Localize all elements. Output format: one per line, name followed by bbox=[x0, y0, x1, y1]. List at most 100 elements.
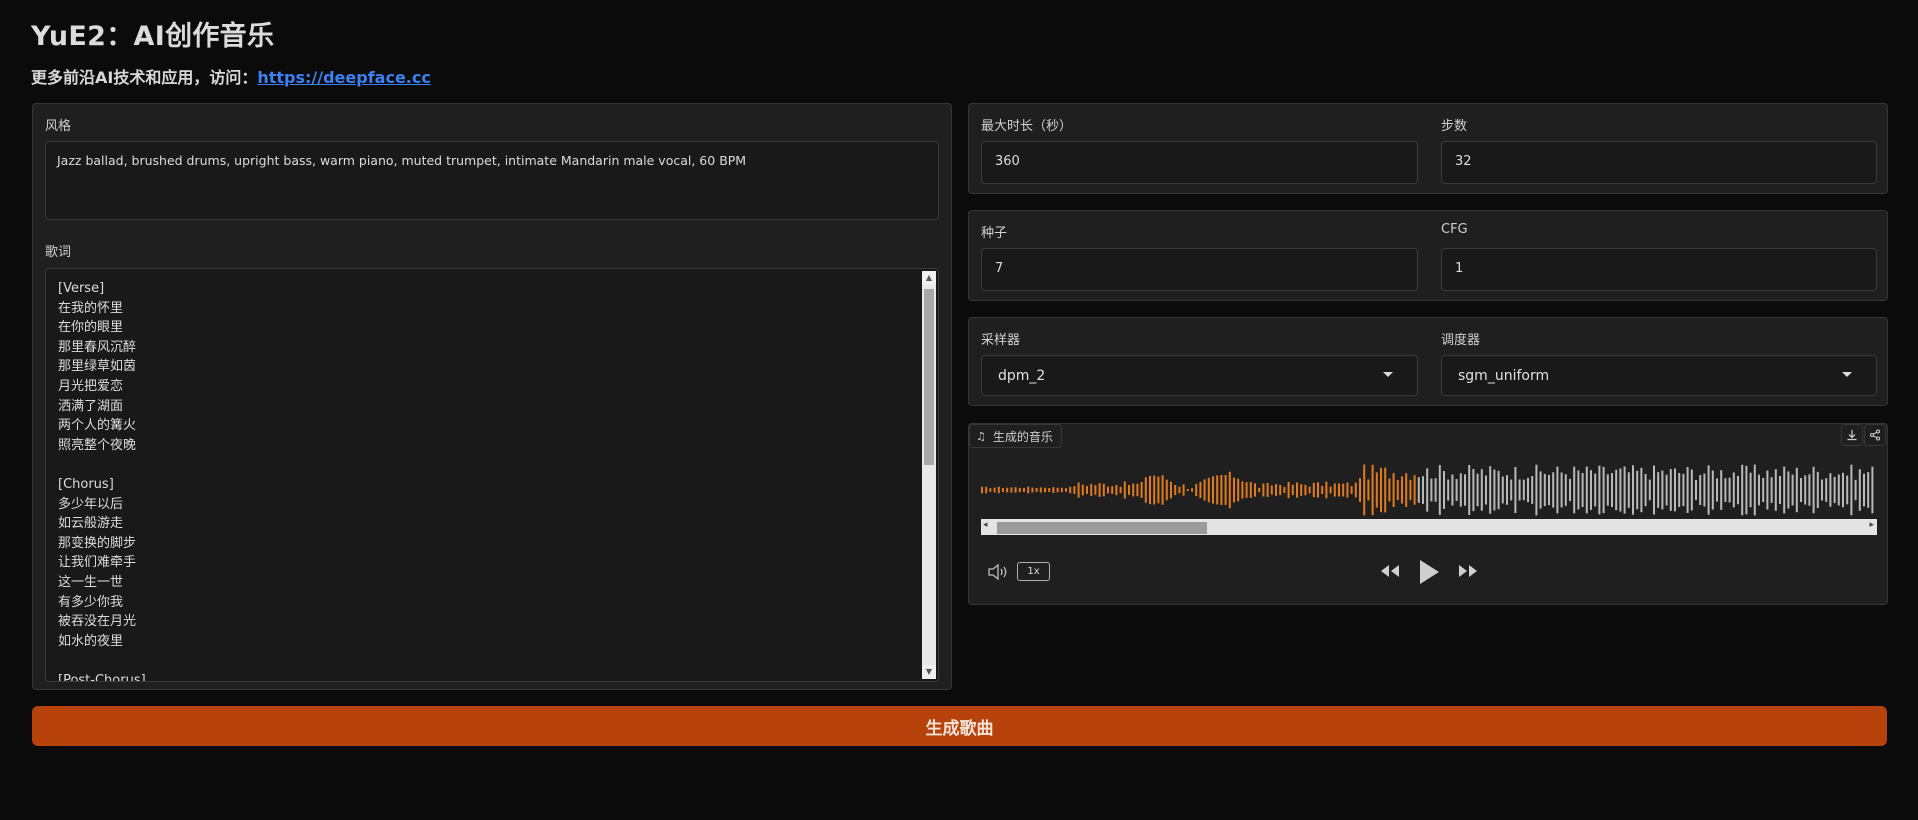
lyrics-scroll-thumb[interactable] bbox=[924, 289, 934, 465]
waveform-bar bbox=[1325, 481, 1328, 499]
waveform-bar bbox=[1212, 476, 1214, 504]
waveform-bar bbox=[1548, 474, 1550, 506]
waveform-bar bbox=[1468, 465, 1471, 515]
waveform-bar bbox=[1816, 471, 1819, 509]
waveform-bar bbox=[1367, 479, 1370, 501]
waveform-bar bbox=[1161, 475, 1164, 505]
audio-waveform[interactable] bbox=[981, 460, 1877, 520]
lyrics-line: 如云般游走 bbox=[58, 516, 124, 532]
deepface-link[interactable]: https://deepface.cc bbox=[257, 68, 431, 87]
waveform-scrollbar[interactable]: ◂ ▸ bbox=[981, 519, 1877, 535]
waveform-bar bbox=[1741, 464, 1744, 516]
duration-steps-panel: 最大时长（秒） 360 步数 32 bbox=[968, 103, 1888, 194]
playback-speed-button[interactable]: 1x bbox=[1017, 562, 1050, 581]
max-duration-input[interactable]: 360 bbox=[981, 141, 1418, 184]
waveform-bar bbox=[1611, 473, 1613, 507]
waveform-bar bbox=[1489, 466, 1492, 514]
waveform-bar bbox=[1661, 470, 1664, 510]
waveform-bar bbox=[1237, 478, 1240, 502]
waveform-bar bbox=[1312, 482, 1315, 498]
waveform-bar bbox=[1716, 478, 1718, 502]
waveform-bar bbox=[1300, 484, 1303, 496]
sampler-scheduler-panel: 采样器 dpm_2 调度器 sgm_uniform bbox=[968, 317, 1888, 406]
waveform-bar bbox=[1380, 467, 1382, 513]
waveform-bar bbox=[1249, 482, 1252, 498]
waveform-bar bbox=[1682, 473, 1685, 507]
waveform-bar bbox=[1808, 474, 1811, 506]
waveform-bar bbox=[1543, 473, 1546, 507]
rewind-icon[interactable] bbox=[1378, 563, 1402, 579]
waveform-bar bbox=[1027, 486, 1030, 494]
lyrics-line: 那变换的脚步 bbox=[58, 535, 137, 551]
waveform-bar bbox=[1338, 483, 1340, 497]
lyrics-textarea[interactable]: [Verse] 在我的怀里 在你的眼里 那里春风沉醉 那里绿草如茵 月光把爱恋 洒满了湖面两… bbox=[45, 268, 939, 682]
waveform-bar bbox=[1048, 488, 1051, 492]
waveform-bar bbox=[1245, 482, 1248, 498]
fast-forward-icon[interactable] bbox=[1456, 563, 1480, 579]
chevron-down-icon bbox=[1842, 372, 1852, 377]
lyrics-line: [Post-Chorus] bbox=[58, 672, 146, 682]
lyrics-line bbox=[58, 455, 146, 475]
waveform-bar bbox=[1510, 479, 1513, 501]
waveform-bar bbox=[1514, 467, 1517, 513]
seed-input[interactable]: 7 bbox=[981, 248, 1418, 291]
steps-input[interactable]: 32 bbox=[1441, 141, 1877, 184]
waveform-bar bbox=[1111, 486, 1114, 494]
audio-label-tag: ♫ 生成的音乐 bbox=[969, 424, 1062, 448]
download-button[interactable] bbox=[1841, 424, 1863, 446]
waveform-bar bbox=[1506, 475, 1508, 505]
style-textarea[interactable]: Jazz ballad, brushed drums, upright bass… bbox=[45, 141, 939, 220]
generate-song-button[interactable]: 生成歌曲 bbox=[32, 706, 1887, 746]
waveform-bar bbox=[1653, 465, 1655, 515]
waveform-bar bbox=[1758, 474, 1760, 506]
waveform-bar bbox=[1031, 487, 1034, 493]
download-icon bbox=[1847, 430, 1857, 441]
waveform-bar bbox=[1039, 487, 1042, 493]
scroll-left-arrow-icon[interactable]: ◂ bbox=[983, 520, 988, 530]
style-value: Jazz ballad, brushed drums, upright bass… bbox=[57, 153, 747, 168]
waveform-bar bbox=[1060, 487, 1063, 493]
share-button[interactable] bbox=[1864, 424, 1886, 446]
waveform-bar bbox=[1224, 475, 1227, 505]
waveform-bar bbox=[1090, 484, 1093, 496]
waveform-bar bbox=[1396, 480, 1399, 500]
waveform-bar bbox=[1392, 473, 1395, 507]
waveform-bar bbox=[1283, 486, 1286, 493]
scroll-down-arrow-icon[interactable]: ▼ bbox=[922, 665, 936, 679]
waveform-bar bbox=[1695, 480, 1697, 500]
cfg-input[interactable]: 1 bbox=[1441, 248, 1877, 291]
waveform-bar bbox=[1199, 482, 1202, 498]
scheduler-label: 调度器 bbox=[1441, 333, 1481, 348]
waveform-bar bbox=[1153, 475, 1156, 505]
waveform-bar bbox=[1422, 476, 1424, 504]
waveform-bar bbox=[1627, 472, 1630, 508]
max-duration-label: 最大时长（秒） bbox=[981, 119, 1073, 134]
waveform-bar bbox=[1459, 473, 1462, 507]
scheduler-dropdown[interactable]: sgm_uniform bbox=[1441, 355, 1877, 396]
lyrics-label: 歌词 bbox=[45, 245, 72, 260]
page-title: YuE2：AI创作音乐 bbox=[31, 21, 275, 52]
waveform-bar bbox=[1791, 474, 1794, 506]
sampler-dropdown[interactable]: dpm_2 bbox=[981, 355, 1418, 396]
waveform-bar bbox=[1690, 469, 1693, 511]
waveform-bar bbox=[1812, 466, 1815, 514]
waveform-bar bbox=[1056, 487, 1059, 493]
waveform-bar bbox=[1846, 475, 1849, 505]
waveform-bar bbox=[1501, 476, 1504, 504]
waveform-bar bbox=[1128, 485, 1130, 495]
waveform-bar bbox=[1594, 473, 1597, 507]
waveform-bar bbox=[1115, 484, 1118, 496]
waveform-bar bbox=[1002, 488, 1004, 492]
waveform-bar bbox=[981, 486, 983, 494]
scroll-right-arrow-icon[interactable]: ▸ bbox=[1869, 520, 1874, 530]
play-icon[interactable] bbox=[1417, 558, 1441, 586]
waveform-bar bbox=[1216, 475, 1219, 505]
scroll-up-arrow-icon[interactable]: ▲ bbox=[922, 271, 936, 285]
volume-icon[interactable] bbox=[987, 563, 1009, 581]
waveform-scroll-thumb[interactable] bbox=[997, 522, 1207, 534]
waveform-bar bbox=[1644, 473, 1647, 507]
style-label: 风格 bbox=[45, 119, 72, 134]
lyrics-scrollbar[interactable]: ▲ ▼ bbox=[922, 271, 936, 679]
waveform-bar bbox=[1485, 475, 1487, 505]
waveform-bar bbox=[1207, 477, 1210, 503]
